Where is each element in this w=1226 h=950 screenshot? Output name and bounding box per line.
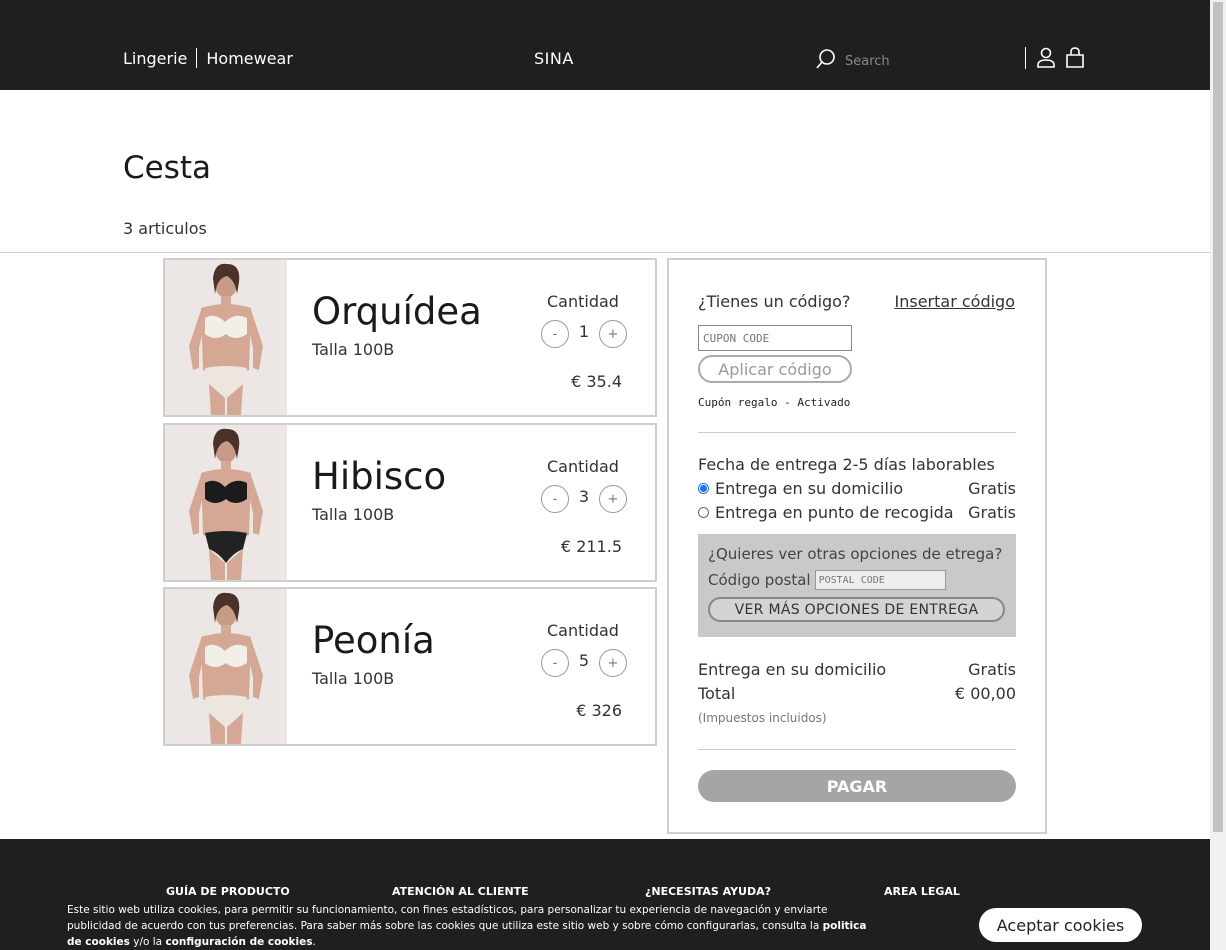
apply-code-button[interactable]: Aplicar código xyxy=(698,355,852,383)
insert-code-link[interactable]: Insertar código xyxy=(895,292,1016,311)
nav-link-homewear[interactable]: Homewear xyxy=(206,49,293,68)
more-options-question: ¿Quieres ver otras opciones de etrega? xyxy=(708,545,1003,563)
cookie-settings-link[interactable]: configuración de cookies xyxy=(165,936,312,948)
cart-item: Peonía Talla 100B Cantidad - 5 + € 326 xyxy=(163,587,657,746)
nav-divider xyxy=(196,48,198,68)
delivery-option-home[interactable]: Entrega en su domicilio Gratis xyxy=(698,479,1016,498)
delivery-option-label: Entrega en su domicilio xyxy=(715,479,904,498)
shipping-value: Gratis xyxy=(968,660,1016,679)
quantity-stepper: - 1 + xyxy=(541,320,627,348)
more-delivery-options-box: ¿Quieres ver otras opciones de etrega? C… xyxy=(698,534,1016,637)
product-image[interactable] xyxy=(165,260,287,415)
product-size: Talla 100B xyxy=(312,505,395,524)
quantity-value: 1 xyxy=(578,321,590,341)
search-icon[interactable] xyxy=(815,48,837,74)
product-name[interactable]: Hibisco xyxy=(312,455,446,498)
user-icon[interactable] xyxy=(1036,47,1056,69)
cookie-text-part: Este sitio web utiliza cookies, para per… xyxy=(67,904,828,932)
cookie-text-part: . xyxy=(312,936,316,948)
delivery-date: Fecha de entrega 2-5 días laborables xyxy=(698,455,995,474)
coupon-input[interactable] xyxy=(698,325,852,351)
footer-customer-service[interactable]: ATENCIÓN AL CLIENTE xyxy=(392,885,529,898)
search-input[interactable] xyxy=(845,53,995,69)
category-nav: Lingerie Homewear xyxy=(123,48,293,68)
postal-code-label: Código postal xyxy=(708,571,811,589)
quantity-value: 3 xyxy=(578,486,590,506)
header-icons xyxy=(1025,47,1094,69)
quantity-stepper: - 3 + xyxy=(541,485,627,513)
quantity-value: 5 xyxy=(578,650,590,670)
radio-unselected[interactable] xyxy=(698,507,709,518)
footer-product-guide[interactable]: GUÍA DE PRODUCTO xyxy=(166,885,290,898)
increase-quantity-button[interactable]: + xyxy=(599,485,627,513)
section-divider xyxy=(0,252,1210,253)
product-price: € 326 xyxy=(576,701,622,720)
decrease-quantity-button[interactable]: - xyxy=(541,649,569,677)
more-delivery-options-button[interactable]: VER MÁS OPCIONES DE ENTREGA xyxy=(708,597,1005,622)
increase-quantity-button[interactable]: + xyxy=(599,649,627,677)
shipping-label: Entrega en su domicilio xyxy=(698,660,887,679)
quantity-label: Cantidad xyxy=(547,457,619,476)
brand-logo[interactable]: SINA xyxy=(534,49,574,68)
delivery-option-price: Gratis xyxy=(968,503,1016,522)
product-name[interactable]: Peonía xyxy=(312,619,435,662)
footer: GUÍA DE PRODUCTO ATENCIÓN AL CLIENTE ¿NE… xyxy=(0,839,1210,950)
tax-note: (Impuestos incluidos) xyxy=(698,711,827,725)
product-image[interactable] xyxy=(165,589,287,744)
quantity-label: Cantidad xyxy=(547,621,619,640)
item-count: 3 articulos xyxy=(123,219,207,238)
accept-cookies-button[interactable]: Aceptar cookies xyxy=(979,908,1142,942)
decrease-quantity-button[interactable]: - xyxy=(541,485,569,513)
product-image[interactable] xyxy=(165,425,287,580)
gift-coupon-status: Cupón regalo - Activado xyxy=(698,396,851,409)
cart-item: Hibisco Talla 100B Cantidad - 3 + € 211.… xyxy=(163,423,657,582)
product-size: Talla 100B xyxy=(312,669,395,688)
total-line: Total € 00,00 xyxy=(698,684,1016,703)
product-price: € 35.4 xyxy=(571,372,622,391)
pay-button[interactable]: PAGAR xyxy=(698,770,1016,802)
summary-divider xyxy=(698,432,1016,433)
footer-legal-area[interactable]: AREA LEGAL xyxy=(884,885,960,898)
nav-link-lingerie[interactable]: Lingerie xyxy=(123,49,187,68)
search-bar xyxy=(815,48,995,74)
shipping-line: Entrega en su domicilio Gratis xyxy=(698,660,1016,679)
total-label: Total xyxy=(698,684,736,703)
scrollbar[interactable] xyxy=(1210,0,1226,950)
decrease-quantity-button[interactable]: - xyxy=(541,320,569,348)
delivery-option-label: Entrega en punto de recogida xyxy=(715,503,954,522)
summary-divider xyxy=(698,749,1016,750)
page-title: Cesta xyxy=(123,150,212,186)
quantity-stepper: - 5 + xyxy=(541,649,627,677)
cookie-text-part: y/o la xyxy=(129,936,166,948)
total-value: € 00,00 xyxy=(954,684,1016,703)
delivery-option-pickup[interactable]: Entrega en punto de recogida Gratis xyxy=(698,503,1016,522)
scrollbar-thumb[interactable] xyxy=(1213,2,1223,832)
product-name[interactable]: Orquídea xyxy=(312,290,482,333)
radio-selected[interactable] xyxy=(698,483,709,494)
cart-item: Orquídea Talla 100B Cantidad - 1 + € 35.… xyxy=(163,258,657,417)
postal-code-row: Código postal xyxy=(708,570,946,590)
order-summary-panel: ¿Tienes un código? Insertar código Aplic… xyxy=(667,258,1047,834)
cookie-banner-text: Este sitio web utiliza cookies, para per… xyxy=(67,902,867,950)
footer-need-help[interactable]: ¿NECESITAS AYUDA? xyxy=(645,885,771,898)
increase-quantity-button[interactable]: + xyxy=(599,320,627,348)
delivery-option-price: Gratis xyxy=(968,479,1016,498)
product-size: Talla 100B xyxy=(312,340,395,359)
product-price: € 211.5 xyxy=(560,537,622,556)
postal-code-input[interactable] xyxy=(814,570,946,590)
header-divider xyxy=(1025,47,1026,69)
coupon-question: ¿Tienes un código? xyxy=(698,292,851,311)
top-navigation-bar: Lingerie Homewear SINA xyxy=(0,0,1210,90)
shopping-bag-icon[interactable] xyxy=(1065,47,1085,69)
quantity-label: Cantidad xyxy=(547,292,619,311)
